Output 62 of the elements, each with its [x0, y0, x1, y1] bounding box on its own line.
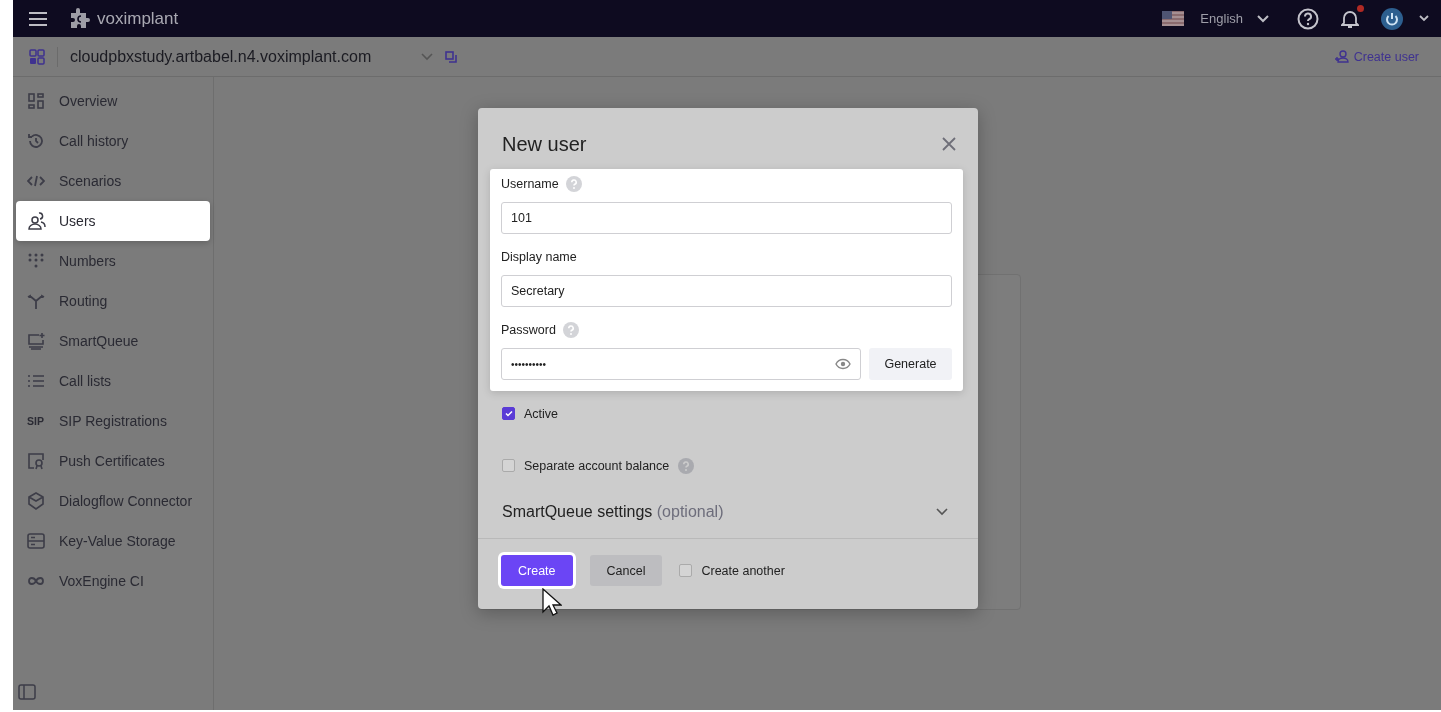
bell-icon[interactable]	[1341, 8, 1359, 29]
sidebar-item[interactable]: Call history	[16, 121, 210, 161]
sidebar-item[interactable]: Call lists	[16, 361, 210, 401]
chevron-down-icon	[1257, 14, 1269, 23]
queue-icon	[27, 332, 45, 350]
cube-icon	[27, 492, 45, 510]
add-user-icon	[1334, 50, 1349, 63]
sidebar-item[interactable]: SIP SIP Registrations	[16, 401, 210, 441]
routing-icon	[27, 292, 45, 310]
create-button[interactable]: Create	[501, 555, 573, 586]
close-icon[interactable]	[942, 137, 956, 151]
checkmark-icon	[504, 410, 513, 417]
chevron-down-icon[interactable]	[1419, 15, 1429, 22]
dots-icon	[27, 252, 45, 270]
list-icon	[27, 372, 45, 390]
input-field[interactable]: 101	[501, 202, 952, 234]
dialog-title: New user	[502, 132, 587, 156]
sidebar-item[interactable]: Users	[16, 201, 210, 241]
sidebar-item[interactable]: Overview	[16, 81, 210, 121]
account-domain: cloudpbxstudy.artbabel.n4.voximplant.com	[70, 47, 372, 66]
logo-text: voximplant	[97, 8, 179, 29]
menu-icon[interactable]	[29, 11, 47, 26]
checkbox-label: Active	[524, 406, 559, 421]
checkbox-label: Separate account balance	[524, 458, 670, 473]
sidebar-item[interactable]: Routing	[16, 281, 210, 321]
field-label: Password	[501, 323, 556, 337]
checkbox[interactable]	[502, 459, 515, 472]
sidebar-item[interactable]: SmartQueue	[16, 321, 210, 361]
puzzle-logo-icon	[69, 7, 93, 30]
sidebar-item[interactable]: Push Certificates	[16, 441, 210, 481]
cancel-button[interactable]: Cancel	[589, 555, 663, 586]
checkbox[interactable]	[502, 407, 515, 420]
users-icon	[28, 212, 46, 230]
field-label: Display name	[501, 250, 577, 264]
eye-icon[interactable]	[835, 358, 851, 370]
field-label: Username	[501, 177, 559, 191]
copy-icon[interactable]	[445, 50, 458, 63]
chevron-down-icon	[936, 508, 948, 516]
sidebar-item[interactable]: VoxEngine CI	[16, 561, 210, 601]
power-avatar-icon[interactable]	[1381, 7, 1403, 30]
input-field[interactable]: Secretary	[501, 275, 952, 307]
smartqueue-section-header[interactable]: SmartQueue settings (optional)	[478, 500, 978, 539]
grid-icon[interactable]	[29, 48, 45, 65]
storage-icon	[27, 532, 45, 550]
language-selector[interactable]: English	[1194, 10, 1275, 27]
sidebar-item[interactable]: Key-Value Storage	[16, 521, 210, 561]
cert-icon	[27, 452, 45, 470]
sidebar-item[interactable]: Scenarios	[16, 161, 210, 201]
overview-icon	[27, 92, 45, 110]
generate-button[interactable]: Generate	[869, 348, 952, 380]
sidebar-toggle-icon[interactable]	[18, 684, 36, 700]
sidebar-item[interactable]: Dialogflow Connector	[16, 481, 210, 521]
help-icon[interactable]	[1297, 7, 1319, 30]
checkbox-label: Create another	[701, 563, 785, 578]
create-user-link[interactable]: Create user	[1334, 49, 1419, 64]
history-icon	[27, 132, 45, 150]
password-field[interactable]: ••••••••••	[501, 348, 861, 380]
sip-label: SIP	[27, 415, 45, 427]
mouse-pointer-icon	[542, 588, 562, 616]
sidebar-item[interactable]: Numbers	[16, 241, 210, 281]
us-flag-icon	[1162, 11, 1185, 26]
checkbox[interactable]	[679, 564, 693, 577]
